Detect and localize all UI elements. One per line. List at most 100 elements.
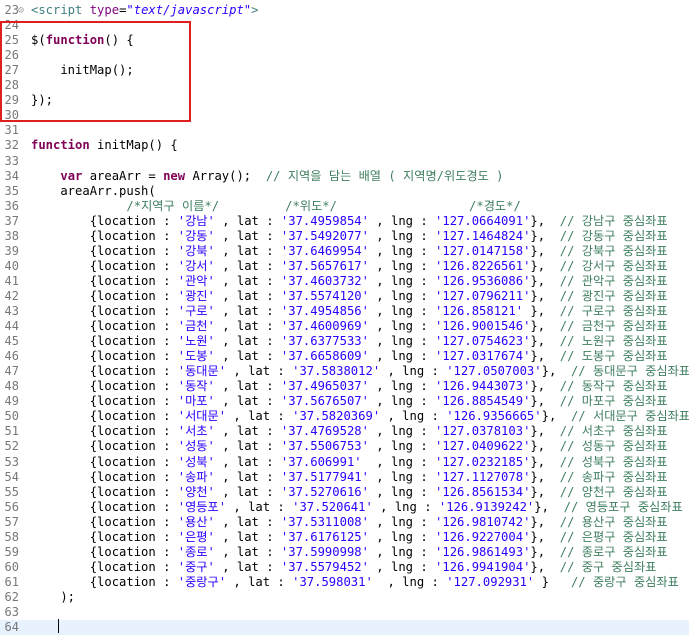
code-string: '서초' bbox=[177, 424, 215, 439]
code-token: {location : bbox=[31, 228, 178, 243]
code-token: }, bbox=[541, 409, 571, 424]
code-string: '강서' bbox=[177, 258, 215, 273]
code-text: {location : '도봉' , lat : '37.6658609' , … bbox=[31, 349, 668, 364]
code-line[interactable]: 53 {location : '성북' , lat : '37.606991' … bbox=[0, 455, 689, 470]
code-string: '37.4954856' bbox=[280, 304, 369, 318]
code-token: , lat : bbox=[226, 574, 293, 589]
code-line[interactable]: 37 {location : '강남' , lat : '37.4959854'… bbox=[0, 214, 689, 229]
code-line[interactable]: 56 {location : '영등포' , lat : '37.520641'… bbox=[0, 500, 689, 515]
line-number: 35 bbox=[4, 183, 19, 198]
code-line[interactable]: 44 {location : '금천' , lat : '37.4600969'… bbox=[0, 319, 689, 334]
code-text: {location : '강북' , lat : '37.6469954' , … bbox=[31, 244, 668, 259]
code-token: {location : bbox=[31, 243, 178, 258]
code-text: {location : '종로' , lat : '37.5990998' , … bbox=[31, 545, 668, 560]
code-line[interactable]: 48 {location : '동작' , lat : '37.4965037'… bbox=[0, 379, 689, 394]
code-token: , lng : bbox=[380, 409, 447, 424]
code-line[interactable]: 59 {location : '종로' , lat : '37.5990998'… bbox=[0, 545, 689, 560]
code-string: '37.5506753' bbox=[280, 439, 369, 454]
code-text: {location : '동작' , lat : '37.4965037' , … bbox=[31, 379, 668, 394]
code-line[interactable]: 42 {location : '광진' , lat : '37.5574120'… bbox=[0, 289, 689, 304]
code-token: , lng : bbox=[380, 364, 447, 379]
code-comment: // 성동구 중심좌표 bbox=[559, 439, 668, 454]
code-line[interactable]: 23 ⊝ <script type="text/javascript"> bbox=[0, 3, 689, 18]
code-line[interactable]: 31 bbox=[0, 123, 689, 138]
code-string: '강동' bbox=[177, 228, 215, 243]
code-token: "text/javascript" bbox=[126, 3, 252, 17]
code-string: '37.4959854' bbox=[280, 213, 369, 228]
code-token: {location : bbox=[31, 574, 178, 589]
code-line[interactable]: 38 {location : '강동' , lat : '37.5492077'… bbox=[0, 229, 689, 244]
code-string: '양천' bbox=[177, 484, 215, 499]
code-line[interactable]: 33 bbox=[0, 154, 689, 169]
code-comment: // 서초구 중심좌표 bbox=[559, 424, 668, 439]
code-token: {location : bbox=[31, 258, 178, 273]
code-token: , lng : bbox=[368, 319, 436, 334]
code-line[interactable]: 60 {location : '중구' , lat : '37.5579452'… bbox=[0, 560, 689, 575]
code-line[interactable]: 55 {location : '양천' , lat : '37.5270616'… bbox=[0, 485, 689, 500]
code-line[interactable]: 49 {location : '마포' , lat : '37.5676507'… bbox=[0, 394, 689, 409]
line-number: 55 bbox=[4, 484, 19, 499]
code-line[interactable]: 39 {location : '강북' , lat : '37.6469954'… bbox=[0, 244, 689, 259]
code-token: }, bbox=[530, 439, 560, 454]
code-token: , lat : bbox=[214, 394, 281, 409]
code-keyword: function bbox=[31, 138, 90, 153]
code-token: , lat : bbox=[214, 228, 281, 243]
code-line[interactable]: 58 {location : '은평' , lat : '37.6176125'… bbox=[0, 530, 689, 545]
line-number: 44 bbox=[4, 319, 19, 334]
code-line[interactable]: 36 /*지역구 이름*/ /*위도*/ /*경도*/ bbox=[0, 199, 689, 214]
code-token: }, bbox=[530, 529, 560, 544]
code-line[interactable]: 64 bbox=[0, 620, 689, 636]
code-line[interactable]: 63 bbox=[0, 605, 689, 620]
code-line[interactable]: 34 var areaArr = new Array(); // 지역을 담는 … bbox=[0, 169, 689, 184]
line-number: 34 bbox=[4, 168, 19, 183]
line-number: 50 bbox=[4, 409, 19, 424]
code-line[interactable]: 47 {location : '동대문' , lat : '37.5838012… bbox=[0, 364, 689, 379]
line-number: 49 bbox=[4, 394, 19, 409]
code-token: , lat : bbox=[214, 424, 281, 439]
code-line[interactable]: 51 {location : '서초' , lat : '37.4769528'… bbox=[0, 424, 689, 439]
code-token: , lat : bbox=[214, 288, 281, 303]
code-line[interactable]: 35 areaArr.push( bbox=[0, 184, 689, 199]
code-string: '127.0378103' bbox=[435, 424, 531, 439]
code-token: }, bbox=[534, 499, 564, 514]
code-string: '126.9001546' bbox=[435, 319, 531, 334]
code-comment: // 서대문구 중심좌표 bbox=[570, 409, 689, 424]
code-line[interactable]: 61 {location : '중랑구' , lat : '37.598031'… bbox=[0, 575, 689, 590]
line-number: 39 bbox=[4, 243, 19, 258]
code-token: {location : bbox=[31, 364, 178, 379]
code-token: {location : bbox=[31, 424, 178, 439]
code-token: , lng : bbox=[368, 349, 436, 364]
code-comment: // 영등포구 중심좌표 bbox=[563, 499, 683, 514]
code-line[interactable]: 43 {location : '구로' , lat : '37.4954856'… bbox=[0, 304, 689, 319]
code-token: , lng : bbox=[368, 334, 436, 349]
code-token: }, bbox=[530, 514, 560, 529]
code-token: {location : bbox=[31, 499, 178, 514]
code-line[interactable]: 46 {location : '도봉' , lat : '37.6658609'… bbox=[0, 349, 689, 364]
code-text: {location : '강동' , lat : '37.5492077' , … bbox=[31, 229, 668, 244]
code-line[interactable]: 57 {location : '용산' , lat : '37.5311008'… bbox=[0, 515, 689, 530]
code-token: }, bbox=[530, 288, 560, 303]
code-text: {location : '은평' , lat : '37.6176125' , … bbox=[31, 530, 668, 545]
code-line[interactable]: 45 {location : '노원' , lat : '37.6377533'… bbox=[0, 334, 689, 349]
line-number: 31 bbox=[4, 123, 19, 138]
code-token: , lat : bbox=[226, 409, 293, 424]
code-token: , lat : bbox=[214, 379, 281, 394]
code-line[interactable]: 40 {location : '강서' , lat : '37.5657617'… bbox=[0, 259, 689, 274]
code-line[interactable]: 41 {location : '관악' , lat : '37.4603732'… bbox=[0, 274, 689, 289]
fold-collapse-icon[interactable]: ⊝ bbox=[18, 3, 28, 18]
code-line[interactable]: 50 {location : '서대문' , lat : '37.5820369… bbox=[0, 409, 689, 424]
line-number: 60 bbox=[4, 559, 19, 574]
code-line[interactable]: 32 function initMap() { bbox=[0, 138, 689, 153]
code-text: {location : '강서' , lat : '37.5657617' , … bbox=[31, 259, 668, 274]
code-token: {location : bbox=[31, 213, 178, 228]
code-token: }, bbox=[530, 559, 560, 574]
code-token: }, bbox=[530, 544, 560, 559]
code-token: }, bbox=[530, 349, 560, 364]
code-string: '37.5177941' bbox=[280, 469, 369, 484]
code-token: initMap() { bbox=[89, 138, 178, 153]
code-token: , lng : bbox=[368, 288, 436, 303]
code-line[interactable]: 52 {location : '성동' , lat : '37.5506753'… bbox=[0, 439, 689, 454]
code-line[interactable]: 54 {location : '송파' , lat : '37.5177941'… bbox=[0, 470, 689, 485]
code-string: '마포' bbox=[177, 394, 215, 409]
code-line[interactable]: 62 ); bbox=[0, 590, 689, 605]
